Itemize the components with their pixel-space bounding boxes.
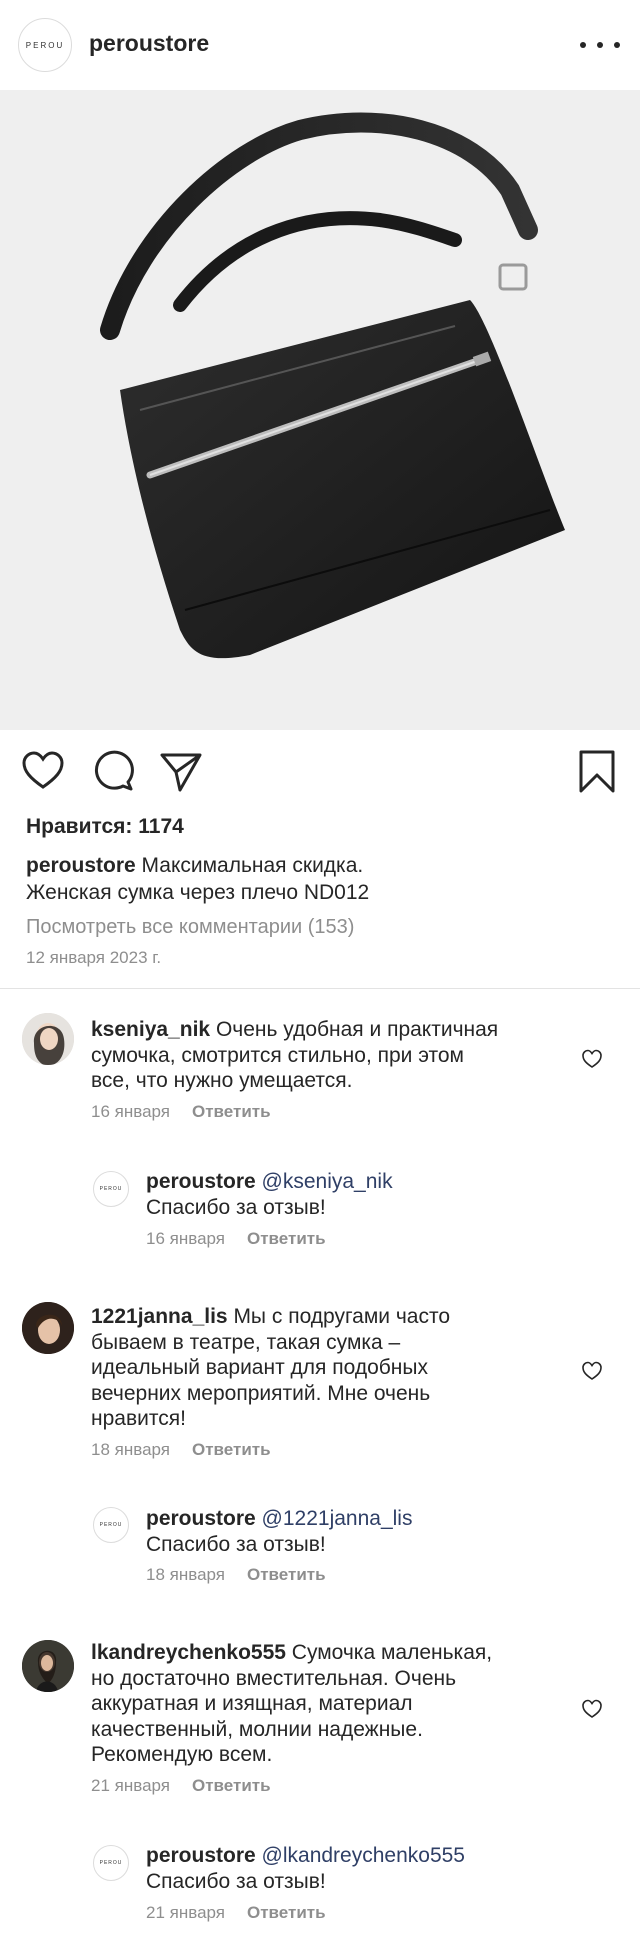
post-date: 12 января 2023 г. xyxy=(26,948,162,967)
comment-line: Рекомендую всем. xyxy=(91,1743,273,1766)
avatar[interactable] xyxy=(22,1302,74,1354)
post-photo[interactable] xyxy=(0,90,640,730)
paper-plane-icon[interactable] xyxy=(158,748,204,794)
comment-meta: 18 января Ответить xyxy=(91,1440,271,1460)
comment-date: 21 января xyxy=(146,1903,225,1922)
caption-username[interactable]: peroustore xyxy=(26,854,136,877)
reply-username[interactable]: peroustore xyxy=(146,1170,256,1193)
reply-button[interactable]: Ответить xyxy=(247,1229,326,1248)
store-avatar[interactable]: PEROU xyxy=(18,18,72,72)
comment-meta: 21 января Ответить xyxy=(146,1903,326,1923)
caption-line-1: Максимальная скидка. xyxy=(141,854,364,877)
comment-bubble-icon[interactable] xyxy=(90,748,136,794)
reply-username[interactable]: peroustore xyxy=(146,1507,256,1530)
heart-icon[interactable] xyxy=(581,1698,603,1720)
reply-button[interactable]: Ответить xyxy=(247,1565,326,1584)
comment-line: Сумочка маленькая, xyxy=(291,1641,493,1664)
comment-line: нравится! xyxy=(91,1407,186,1430)
reply-line: Спасибо за отзыв! xyxy=(146,1195,326,1219)
comment-line: все, что нужно умещается. xyxy=(91,1069,353,1092)
action-bar xyxy=(0,740,640,800)
heart-icon[interactable] xyxy=(581,1048,603,1070)
comment-line: сумочка, смотрится стильно, при этом xyxy=(91,1043,464,1067)
comment-line: но достаточно вместительная. Очень xyxy=(91,1666,457,1690)
mention-link[interactable]: @kseniya_nik xyxy=(262,1170,393,1193)
comment-line: идеальный вариант для подобных xyxy=(91,1356,428,1379)
comment-line: Очень удобная и практичная xyxy=(215,1018,499,1041)
reply-text: peroustore @1221janna_lis Спасибо за отз… xyxy=(146,1506,606,1557)
comment-line: вечерних мероприятий. Мне очень xyxy=(91,1381,431,1405)
avatar[interactable] xyxy=(22,1013,74,1065)
comment-date: 16 января xyxy=(146,1229,225,1248)
post-caption: peroustore Максимальная скидка. Женская … xyxy=(26,852,616,906)
reply-line: Спасибо за отзыв! xyxy=(146,1532,326,1556)
comment-date: 18 января xyxy=(91,1440,170,1459)
comment-meta: 21 января Ответить xyxy=(91,1776,271,1796)
comment-username[interactable]: lkandreychenko555 xyxy=(91,1641,286,1664)
heart-icon[interactable] xyxy=(20,748,66,794)
post-header: PEROU peroustore xyxy=(0,0,640,90)
reply-text: peroustore @lkandreychenko555 Спасибо за… xyxy=(146,1843,616,1894)
comment-line: бываем в театре, такая сумка – xyxy=(91,1330,401,1354)
more-options-icon[interactable] xyxy=(580,30,620,60)
comment-line: качественный, молнии надежные. xyxy=(91,1717,423,1741)
comment-username[interactable]: kseniya_nik xyxy=(91,1018,210,1041)
comment-text: kseniya_nik Очень удобная и практичная с… xyxy=(91,1017,581,1094)
reply-text: peroustore @kseniya_nik Спасибо за отзыв… xyxy=(146,1169,606,1220)
reply-button[interactable]: Ответить xyxy=(192,1102,271,1121)
store-avatar[interactable]: PEROU xyxy=(93,1171,129,1207)
comment-username[interactable]: 1221janna_lis xyxy=(91,1305,228,1328)
caption-line-2: Женская сумка через плечо ND012 xyxy=(26,881,370,904)
reply-button[interactable]: Ответить xyxy=(192,1776,271,1795)
comment-text: 1221janna_lis Мы с подругами часто бывае… xyxy=(91,1304,561,1432)
comment-meta: 16 января Ответить xyxy=(146,1229,326,1249)
comment-meta: 16 января Ответить xyxy=(91,1102,271,1122)
handbag-image xyxy=(100,112,565,659)
reply-button[interactable]: Ответить xyxy=(247,1903,326,1922)
heart-icon[interactable] xyxy=(581,1360,603,1382)
reply-username[interactable]: peroustore xyxy=(146,1844,256,1867)
comment-meta: 18 января Ответить xyxy=(146,1565,326,1585)
comment-date: 16 января xyxy=(91,1102,170,1121)
comment-date: 18 января xyxy=(146,1565,225,1584)
mention-link[interactable]: @lkandreychenko555 xyxy=(262,1844,465,1867)
reply-button[interactable]: Ответить xyxy=(192,1440,271,1459)
comment-date: 21 января xyxy=(91,1776,170,1795)
reply-line: Спасибо за отзыв! xyxy=(146,1869,326,1893)
likes-count[interactable]: Нравится: 1174 xyxy=(26,815,184,839)
bookmark-icon[interactable] xyxy=(574,748,620,794)
view-all-comments-link[interactable]: Посмотреть все комментарии (153) xyxy=(26,916,354,939)
comment-line: Мы с подругами часто xyxy=(233,1305,451,1328)
post-username[interactable]: peroustore xyxy=(89,30,209,57)
divider xyxy=(0,988,640,989)
comment-text: lkandreychenko555 Сумочка маленькая, но … xyxy=(91,1640,591,1768)
comment-line: аккуратная и изящная, материал xyxy=(91,1692,413,1715)
store-avatar[interactable]: PEROU xyxy=(93,1507,129,1543)
store-avatar[interactable]: PEROU xyxy=(93,1845,129,1881)
mention-link[interactable]: @1221janna_lis xyxy=(262,1507,413,1530)
avatar[interactable] xyxy=(22,1640,74,1692)
